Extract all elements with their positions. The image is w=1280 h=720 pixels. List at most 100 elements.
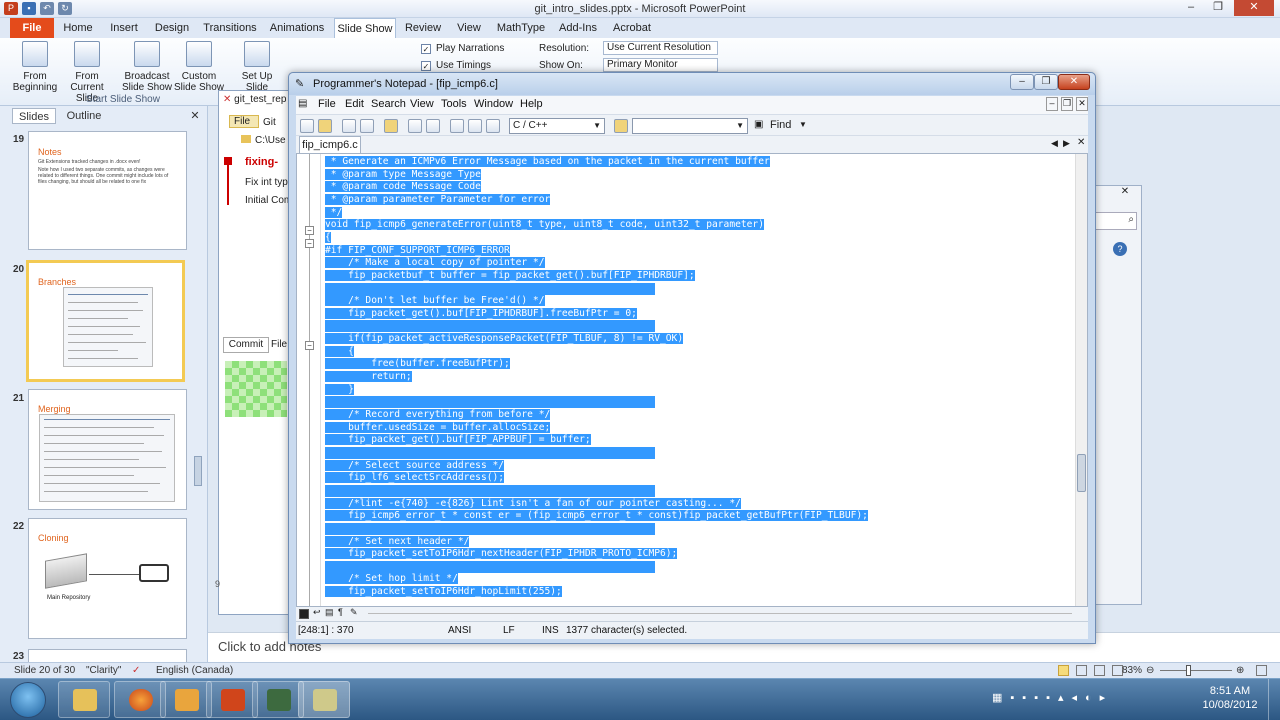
clock[interactable]: 8:51 AM 10/08/2012 [1195,684,1265,712]
menu-view[interactable]: View [410,98,434,110]
slide-thumbnail-21[interactable]: Merging [28,389,187,510]
commit-row[interactable]: Initial Com [245,195,292,206]
copy-icon[interactable] [468,119,482,133]
undo-icon[interactable] [408,119,422,133]
show-on-dropdown[interactable]: Primary Monitor [603,58,718,72]
tool-icon[interactable]: ✎ [350,607,358,618]
taskbar-git-extensions[interactable] [252,681,304,718]
broadcast-button[interactable]: Broadcast Slide Show [120,41,174,93]
commit-row[interactable]: fixing- [245,156,278,168]
fit-slide-icon[interactable] [1256,665,1267,676]
tab-scroll-left-icon[interactable]: ◀ [1051,138,1058,149]
maximize-button[interactable]: ❐ [1207,0,1229,16]
mdi-restore-button[interactable]: ❐ [1061,97,1073,111]
find-button[interactable]: Find [770,119,791,131]
zoom-in-icon[interactable]: ⊕ [1236,663,1244,678]
resolution-dropdown[interactable]: Use Current Resolution [603,41,718,55]
zoom-level[interactable]: 83% [1122,663,1142,678]
taskbar-programmers-notepad[interactable] [298,681,350,718]
tab-acrobat[interactable]: Acrobat [609,18,655,38]
export-icon[interactable] [384,119,398,133]
menu-edit[interactable]: Edit [345,98,364,110]
open-file-icon[interactable] [318,119,332,133]
menu-file[interactable]: File [318,98,336,110]
custom-slide-show-button[interactable]: Custom Slide Show [172,41,226,93]
close-tab-icon[interactable]: ✕ [1077,137,1085,148]
fold-toggle-icon[interactable]: − [305,341,314,350]
slide-thumbnail-20[interactable]: Branches [26,260,185,382]
mdi-minimize-button[interactable]: – [1046,97,1058,111]
fold-toggle-icon[interactable]: − [305,239,314,248]
slide-thumbnail-22[interactable]: Cloning Main Repository [28,518,187,639]
normal-view-icon[interactable] [1058,665,1069,676]
tab-slide-show[interactable]: Slide Show [334,18,396,38]
git-menu-git[interactable]: Git [263,117,276,128]
play-narrations-checkbox[interactable]: ✓ Play Narrations [421,43,504,54]
tab-transitions[interactable]: Transitions [201,18,259,38]
mdi-close-button[interactable]: ✕ [1076,97,1088,111]
taskbar-explorer[interactable] [58,681,110,718]
slide-thumbnail-23[interactable] [28,649,187,662]
taskbar-firefox[interactable] [114,681,166,718]
tab-outline[interactable]: Outline [60,108,108,124]
close-panel-icon[interactable]: ✕ [188,108,202,124]
find-options-icon[interactable]: ▼ [799,120,807,129]
tab-scroll-right-icon[interactable]: ▶ [1063,138,1070,149]
output-icon[interactable] [299,609,309,619]
minimize-button[interactable]: – [1180,0,1202,16]
redo-icon[interactable] [426,119,440,133]
git-menu-file[interactable]: File [229,115,259,128]
save-icon[interactable] [342,119,356,133]
taskbar-outlook[interactable] [160,681,212,718]
new-file-icon[interactable] [300,119,314,133]
taskbar-powerpoint[interactable] [206,681,258,718]
language-dropdown[interactable]: C / C++ ▼ [509,118,605,134]
close-button[interactable]: ✕ [1234,0,1274,16]
tab-insert[interactable]: Insert [106,18,142,38]
zoom-slider-thumb[interactable] [1186,665,1191,676]
notepad-app-icon[interactable]: ✎ [295,77,304,90]
horizontal-scrollbar[interactable] [368,613,1072,614]
tab-file[interactable]: File [10,18,54,38]
use-timings-checkbox[interactable]: ✓ Use Timings [421,60,491,71]
tab-mathtype[interactable]: MathType [495,18,547,38]
tab-animations[interactable]: Animations [268,18,326,38]
tab-file[interactable]: File [271,339,287,350]
show-desktop-button[interactable] [1268,679,1280,720]
panel-scrollbar[interactable] [194,456,202,486]
tool-icon[interactable]: ↩ [313,607,321,618]
tab-view[interactable]: View [453,18,485,38]
commit-row[interactable]: Fix int typ [245,177,288,188]
tab-home[interactable]: Home [60,18,96,38]
spelling-icon[interactable]: ✓ [132,663,140,678]
bookmark-icon[interactable] [614,119,628,133]
tab-design[interactable]: Design [152,18,192,38]
fold-toggle-icon[interactable]: − [305,226,314,235]
from-beginning-button[interactable]: From Beginning [10,41,60,93]
vertical-scrollbar[interactable] [1075,154,1087,606]
code-editor[interactable]: − − − * Generate an ICMPv6 Error Message… [296,153,1088,607]
minimize-button[interactable]: – [1010,74,1034,90]
find-input[interactable]: ▼ [632,118,748,134]
menu-window[interactable]: Window [474,98,513,110]
menu-help[interactable]: Help [520,98,543,110]
slide-thumbnail-19[interactable]: Notes Git Extensions tracked changes in … [28,131,187,250]
reading-view-icon[interactable] [1094,665,1105,676]
search-input[interactable]: ⌕ [1093,212,1137,230]
help-icon[interactable]: ? [1113,242,1127,256]
maximize-button[interactable]: ❐ [1034,74,1058,90]
close-icon[interactable]: ✕ [1113,186,1137,200]
menu-tools[interactable]: Tools [441,98,467,110]
tab-review[interactable]: Review [404,18,442,38]
tab-commit[interactable]: Commit [223,337,269,353]
document-tab[interactable]: fip_icmp6.c [299,136,361,153]
save-all-icon[interactable] [360,119,374,133]
zoom-out-icon[interactable]: ⊖ [1146,663,1154,678]
paste-icon[interactable] [486,119,500,133]
tab-slides[interactable]: Slides [12,108,56,124]
tool-icon[interactable]: ▤ [325,607,334,618]
slide-sorter-icon[interactable] [1076,665,1087,676]
tool-icon[interactable]: ¶ [338,607,343,617]
close-button[interactable]: ✕ [1058,74,1090,90]
tray-icons[interactable]: ▦▪▪▪▪▴◂◐▸ [992,691,1172,705]
